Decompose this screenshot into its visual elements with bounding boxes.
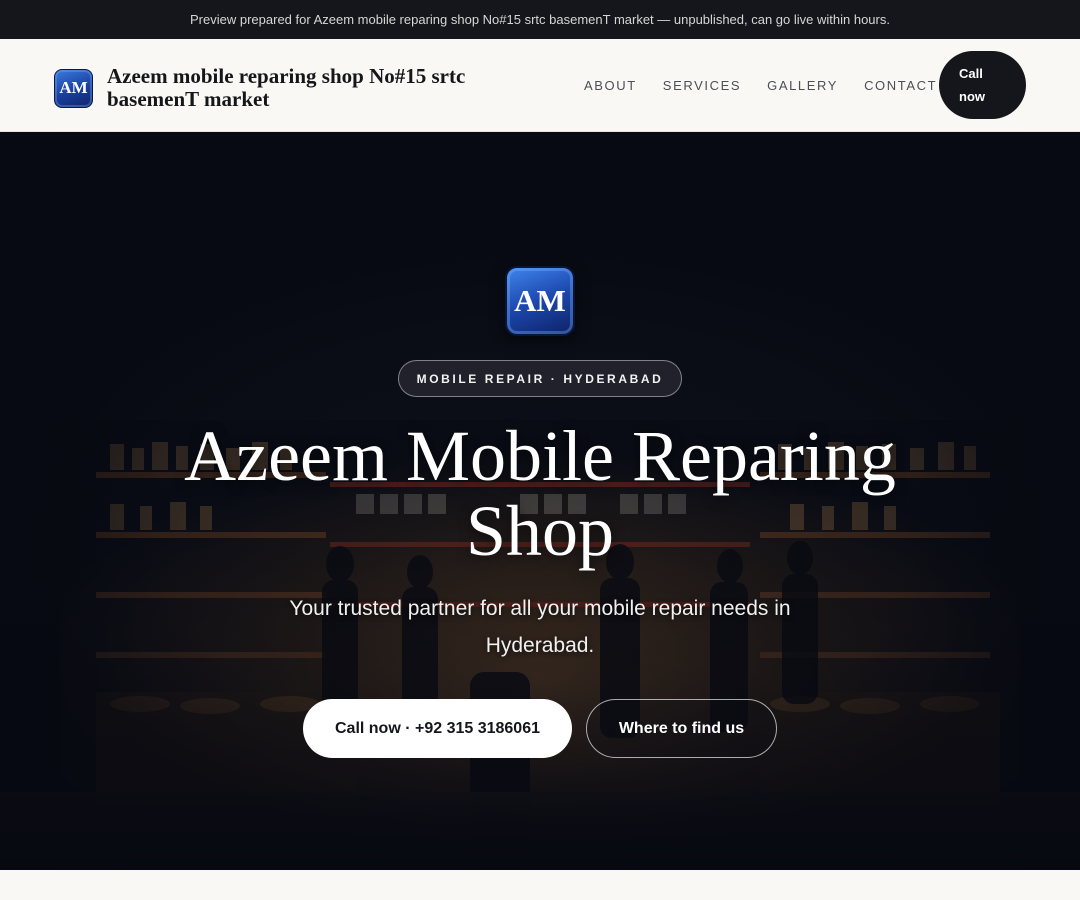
hero-logo: AM	[505, 266, 575, 336]
site-header: AM Azeem mobile reparing shop No#15 srtc…	[0, 39, 1080, 132]
next-section-edge	[0, 870, 1080, 900]
brand[interactable]: AM Azeem mobile reparing shop No#15 srtc…	[54, 65, 527, 111]
hero-category-badge: MOBILE REPAIR · HYDERABAD	[398, 360, 682, 397]
brand-name[interactable]: Azeem mobile reparing shop No#15 srtc ba…	[107, 65, 527, 111]
nav-about[interactable]: ABOUT	[584, 78, 637, 93]
nav-contact[interactable]: CONTACT	[864, 78, 937, 93]
main-nav: ABOUT SERVICES GALLERY CONTACT	[584, 39, 937, 132]
hero-call-button[interactable]: Call now · +92 315 3186061	[303, 699, 572, 758]
hero-location-button[interactable]: Where to find us	[586, 699, 777, 758]
brand-logo[interactable]: AM	[54, 68, 93, 108]
hero-subtitle: Your trusted partner for all your mobile…	[289, 597, 791, 657]
nav-gallery[interactable]: GALLERY	[767, 78, 838, 93]
brand-logo-text: AM	[59, 78, 88, 97]
hero: AM MOBILE REPAIR · HYDERABAD Azeem Mobil…	[0, 132, 1080, 870]
preview-banner-text: Preview prepared for Azeem mobile repari…	[190, 12, 890, 27]
hero-title: Azeem Mobile Reparing Shop	[184, 416, 896, 571]
hero-logo-text: AM	[514, 283, 566, 318]
preview-banner: Preview prepared for Azeem mobile repari…	[0, 0, 1080, 39]
nav-services[interactable]: SERVICES	[663, 78, 741, 93]
header-call-button[interactable]: Call now	[939, 51, 1026, 119]
